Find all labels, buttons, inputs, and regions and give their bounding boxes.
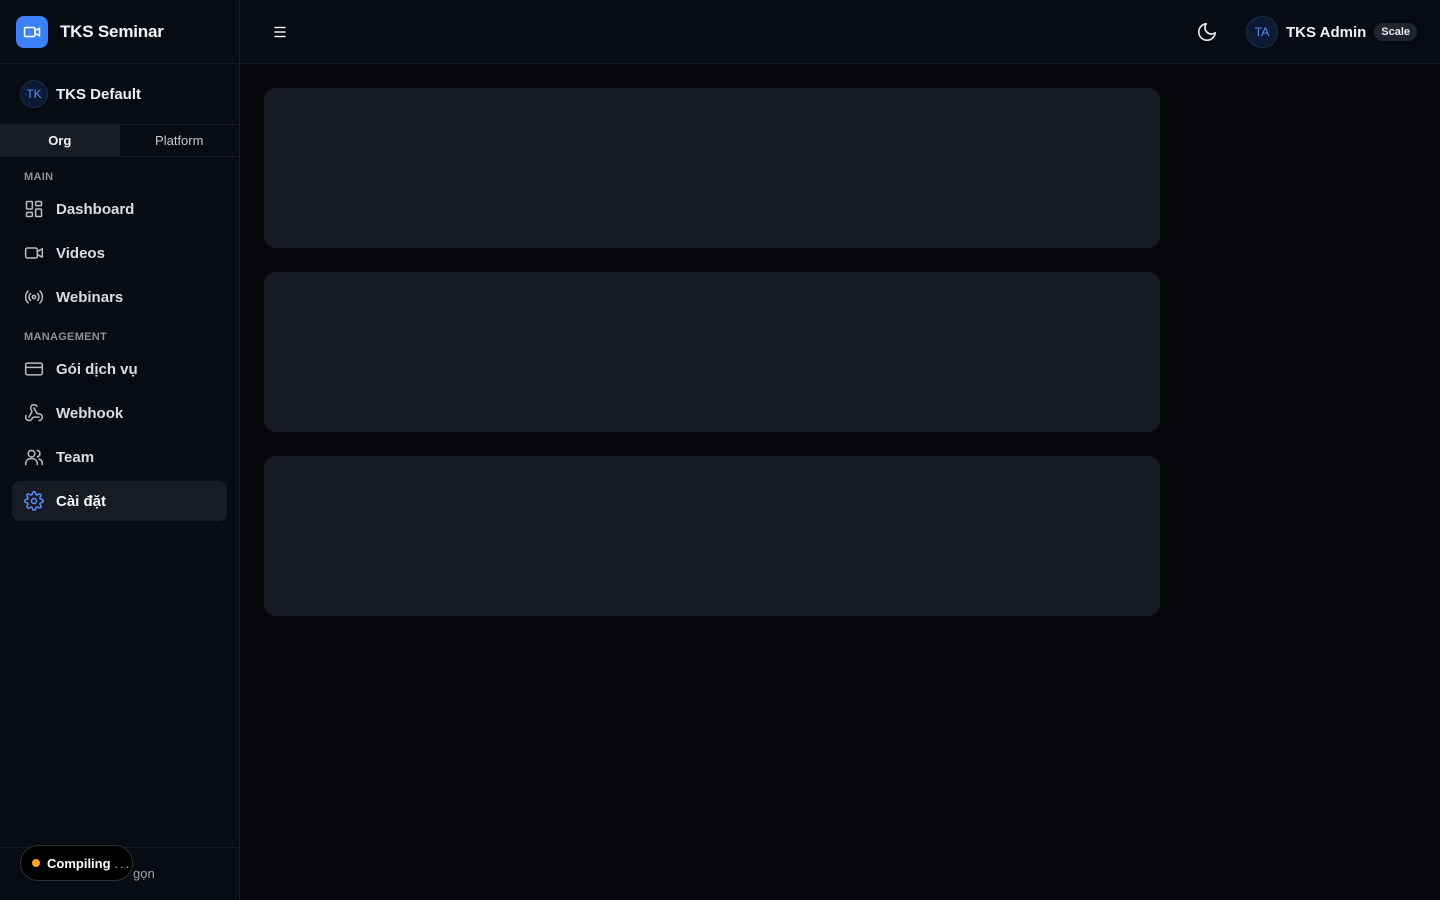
sidebar-item-label: Videos	[56, 244, 105, 262]
tab-platform[interactable]: Platform	[120, 125, 240, 156]
sidebar-item-dashboard[interactable]: Dashboard	[12, 189, 227, 229]
scope-tabs: Org Platform	[0, 124, 239, 157]
compiling-indicator: Compiling ...	[20, 845, 133, 881]
loading-card-2	[264, 272, 1160, 432]
compiling-dots: ...	[114, 855, 132, 871]
plan-badge: Scale	[1374, 23, 1418, 41]
credit-card-icon	[24, 359, 44, 379]
grid-icon	[24, 199, 44, 219]
sidebar-item-plans[interactable]: Gói dịch vụ	[12, 349, 227, 389]
brand-name: TKS Seminar	[60, 21, 164, 41]
users-icon	[24, 447, 44, 467]
menu-icon[interactable]	[270, 22, 290, 42]
sidebar: TKS Seminar TK TKS Default Org Platform …	[0, 0, 240, 900]
sidebar-item-label: Team	[56, 448, 95, 466]
section-label-main: MAIN	[24, 171, 54, 183]
section-label-management: MANAGEMENT	[24, 331, 108, 343]
settings-icon	[24, 491, 44, 511]
tab-org[interactable]: Org	[0, 125, 120, 156]
user-name: TKS Admin	[1286, 23, 1367, 41]
org-switcher[interactable]: TK TKS Default	[0, 64, 239, 124]
topbar: TA TKS Admin Scale	[240, 0, 1440, 64]
sidebar-item-team[interactable]: Team	[12, 437, 227, 477]
nav-main: Dashboard Videos Webinars	[0, 189, 239, 317]
org-name: TKS Default	[56, 85, 142, 103]
avatar: TA	[1246, 16, 1278, 48]
webhook-icon	[24, 403, 44, 423]
compiling-label: Compiling	[47, 855, 111, 871]
broadcast-icon	[24, 287, 44, 307]
loading-card-3	[264, 456, 1160, 616]
loading-card-1	[264, 88, 1160, 248]
status-dot-icon	[32, 859, 40, 867]
org-avatar: TK	[20, 80, 48, 108]
sidebar-item-settings[interactable]: Cài đặt	[12, 481, 227, 521]
video-camera-icon	[16, 15, 48, 48]
sidebar-item-webinars[interactable]: Webinars	[12, 277, 227, 317]
user-menu[interactable]: TA TKS Admin Scale	[1246, 16, 1418, 48]
collapse-sidebar-button[interactable]: gọn	[133, 866, 155, 881]
sidebar-item-webhook[interactable]: Webhook	[12, 393, 227, 433]
sidebar-item-label: Dashboard	[56, 200, 135, 218]
nav-management: Gói dịch vụ Webhook Team Cài đặt	[0, 349, 239, 521]
moon-icon[interactable]	[1196, 21, 1218, 43]
sidebar-item-label: Webinars	[56, 288, 124, 306]
sidebar-footer: gọn Compiling ...	[0, 845, 239, 900]
sidebar-item-label: Gói dịch vụ	[56, 360, 138, 378]
sidebar-item-label: Webhook	[56, 404, 124, 422]
sidebar-item-videos[interactable]: Videos	[12, 233, 227, 273]
video-icon	[24, 243, 44, 263]
sidebar-item-label: Cài đặt	[56, 492, 107, 510]
brand[interactable]: TKS Seminar	[0, 0, 239, 64]
